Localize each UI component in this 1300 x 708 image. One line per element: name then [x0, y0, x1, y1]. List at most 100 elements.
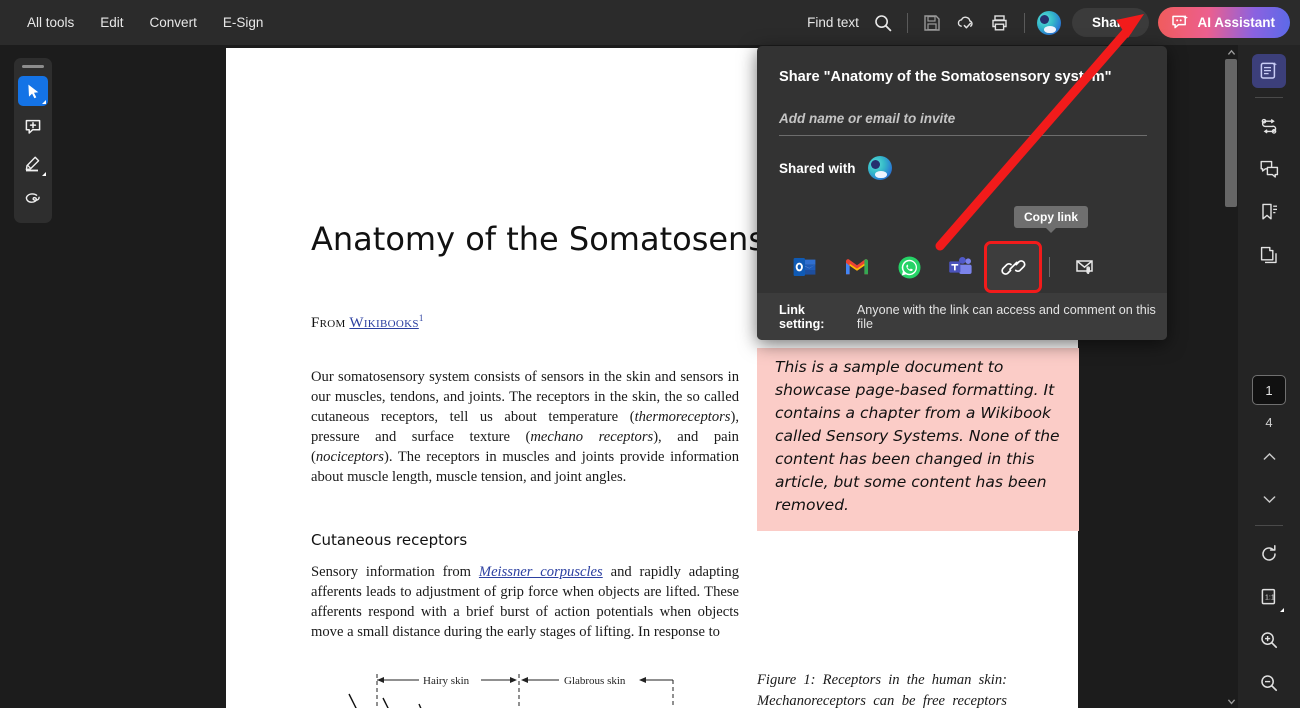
- menu-item-convert[interactable]: Convert: [137, 9, 210, 36]
- ai-assistant-button[interactable]: AI Assistant: [1158, 7, 1290, 38]
- compare-button[interactable]: [1252, 109, 1286, 143]
- right-rail-divider-2: [1255, 525, 1283, 526]
- sample-document-note: This is a sample document to showcase pa…: [757, 348, 1079, 531]
- from-prefix: From: [311, 315, 350, 331]
- wikibooks-link[interactable]: Wikibooks: [349, 315, 418, 331]
- comment-bubbles-icon: [1260, 160, 1278, 178]
- pdf-viewer-window: All tools Edit Convert E-Sign Find text: [0, 0, 1300, 708]
- right-rail: 1 4 1:1: [1238, 45, 1300, 708]
- scrollbar-thumb[interactable]: [1225, 59, 1237, 207]
- left-rail: [0, 45, 226, 708]
- share-button[interactable]: Share: [1071, 8, 1150, 37]
- next-page-button[interactable]: [1252, 482, 1286, 516]
- email-attachment-icon: [1075, 259, 1093, 274]
- toolbar-divider-1: [906, 12, 908, 33]
- top-toolbar: All tools Edit Convert E-Sign Find text: [0, 0, 1300, 45]
- share-target-gmail[interactable]: [831, 244, 883, 290]
- share-target-email[interactable]: [1060, 244, 1112, 290]
- microsoft-teams-icon: [949, 257, 972, 274]
- compare-arrows-icon: [1261, 118, 1276, 134]
- copy-link-tooltip: Copy link: [1014, 206, 1089, 233]
- add-comment-tool-button[interactable]: [18, 112, 48, 142]
- zoom-options-caret-icon: [1280, 608, 1284, 612]
- menu-item-edit[interactable]: Edit: [87, 9, 136, 36]
- chevron-down-icon: [1263, 495, 1275, 503]
- share-targets-row: [779, 241, 1147, 293]
- gmail-icon: [846, 259, 868, 275]
- shared-with-avatar[interactable]: [867, 156, 892, 180]
- zoom-in-icon: [1261, 632, 1278, 649]
- document-paragraph-1: Our somatosensory system consists of sen…: [311, 369, 739, 485]
- figure-1-caption: Figure 1: Receptors in the human skin: M…: [757, 672, 1007, 708]
- add-comment-icon: [25, 119, 41, 134]
- organize-pages-button[interactable]: [1252, 238, 1286, 272]
- cursor-select-icon: [27, 84, 38, 98]
- menu-item-all-tools[interactable]: All tools: [14, 9, 87, 36]
- share-target-whatsapp[interactable]: [883, 244, 935, 290]
- rotate-clockwise-icon: [1262, 545, 1276, 561]
- section-heading-cutaneous-receptors: Cutaneous receptors: [311, 531, 468, 549]
- whatsapp-icon: [898, 256, 920, 278]
- rotate-button[interactable]: [1252, 537, 1286, 571]
- document-source-line: From Wikibooks1: [311, 313, 424, 332]
- share-target-outlook[interactable]: [779, 244, 831, 290]
- tool-options-caret-icon: [42, 100, 46, 104]
- print-icon[interactable]: [983, 6, 1017, 40]
- right-rail-divider-1: [1255, 97, 1283, 98]
- page-fit-button[interactable]: 1:1: [1252, 580, 1286, 614]
- tool-options-caret-icon: [42, 172, 46, 176]
- share-dialog-title: Share "Anatomy of the Somatosensory syst…: [779, 69, 1112, 85]
- copy-pages-icon: [1260, 246, 1277, 264]
- toolbar-right-group: Find text Share AI Assistant: [807, 6, 1300, 40]
- ai-document-panel-button[interactable]: [1252, 54, 1286, 88]
- previous-page-button[interactable]: [1252, 439, 1286, 473]
- highlight-tool-button[interactable]: [18, 148, 48, 178]
- paragraph-2-part-a: Sensory information from: [311, 564, 479, 580]
- draw-tool-button[interactable]: [18, 184, 48, 214]
- share-target-copy-link[interactable]: [984, 241, 1042, 293]
- page-fit-icon: 1:1: [1261, 588, 1276, 605]
- figure-label-hairy-skin: Hairy skin: [423, 675, 470, 687]
- figure-label-glabrous-skin: Glabrous skin: [564, 675, 626, 687]
- find-text-label: Find text: [807, 15, 859, 30]
- save-icon[interactable]: [915, 6, 949, 40]
- figure-1-skin-diagram: Hairy skin Glabrous skin: [311, 668, 731, 708]
- share-dialog: Share "Anatomy of the Somatosensory syst…: [757, 46, 1167, 340]
- ai-document-icon: [1260, 62, 1277, 79]
- cloud-sync-icon[interactable]: [949, 6, 983, 40]
- zoom-out-icon: [1261, 675, 1278, 692]
- zoom-in-button[interactable]: [1252, 623, 1286, 657]
- share-icons-divider: [1049, 257, 1050, 277]
- link-chain-icon: [1000, 259, 1025, 275]
- avatar: [1036, 10, 1061, 35]
- user-avatar[interactable]: [1032, 6, 1066, 40]
- highlighter-pen-icon: [25, 156, 39, 171]
- meissner-corpuscles-link[interactable]: Meissner corpuscles: [479, 564, 603, 580]
- drag-handle[interactable]: [22, 65, 44, 68]
- ai-sparkle-chat-icon: [1172, 15, 1189, 29]
- search-icon[interactable]: [866, 6, 900, 40]
- scroll-down-button[interactable]: [1224, 694, 1238, 708]
- main-menu: All tools Edit Convert E-Sign: [14, 9, 276, 36]
- page-number-input[interactable]: 1: [1252, 375, 1286, 405]
- bookmark-icon: [1262, 203, 1277, 220]
- scroll-up-button[interactable]: [1224, 45, 1238, 59]
- shared-with-label: Shared with: [779, 160, 856, 176]
- comments-button[interactable]: [1252, 152, 1286, 186]
- link-setting-label: Link setting:: [779, 302, 825, 331]
- share-target-teams[interactable]: [935, 244, 987, 290]
- total-page-count: 4: [1265, 415, 1273, 430]
- link-setting-footer[interactable]: Link setting: Anyone with the link can a…: [757, 293, 1167, 340]
- vertical-scrollbar[interactable]: [1224, 45, 1238, 708]
- menu-item-e-sign[interactable]: E-Sign: [210, 9, 277, 36]
- chevron-up-icon: [1263, 452, 1275, 460]
- invite-input[interactable]: Add name or email to invite: [779, 111, 1147, 136]
- toolbar-divider-2: [1023, 12, 1025, 33]
- svg-text:1:1: 1:1: [1265, 595, 1275, 602]
- shared-with-row: Shared with: [779, 156, 892, 180]
- bookmarks-button[interactable]: [1252, 195, 1286, 229]
- lasso-draw-icon: [25, 192, 40, 203]
- select-tool-button[interactable]: [18, 76, 48, 106]
- zoom-out-button[interactable]: [1252, 666, 1286, 700]
- link-setting-value: Anyone with the link can access and comm…: [856, 302, 1156, 331]
